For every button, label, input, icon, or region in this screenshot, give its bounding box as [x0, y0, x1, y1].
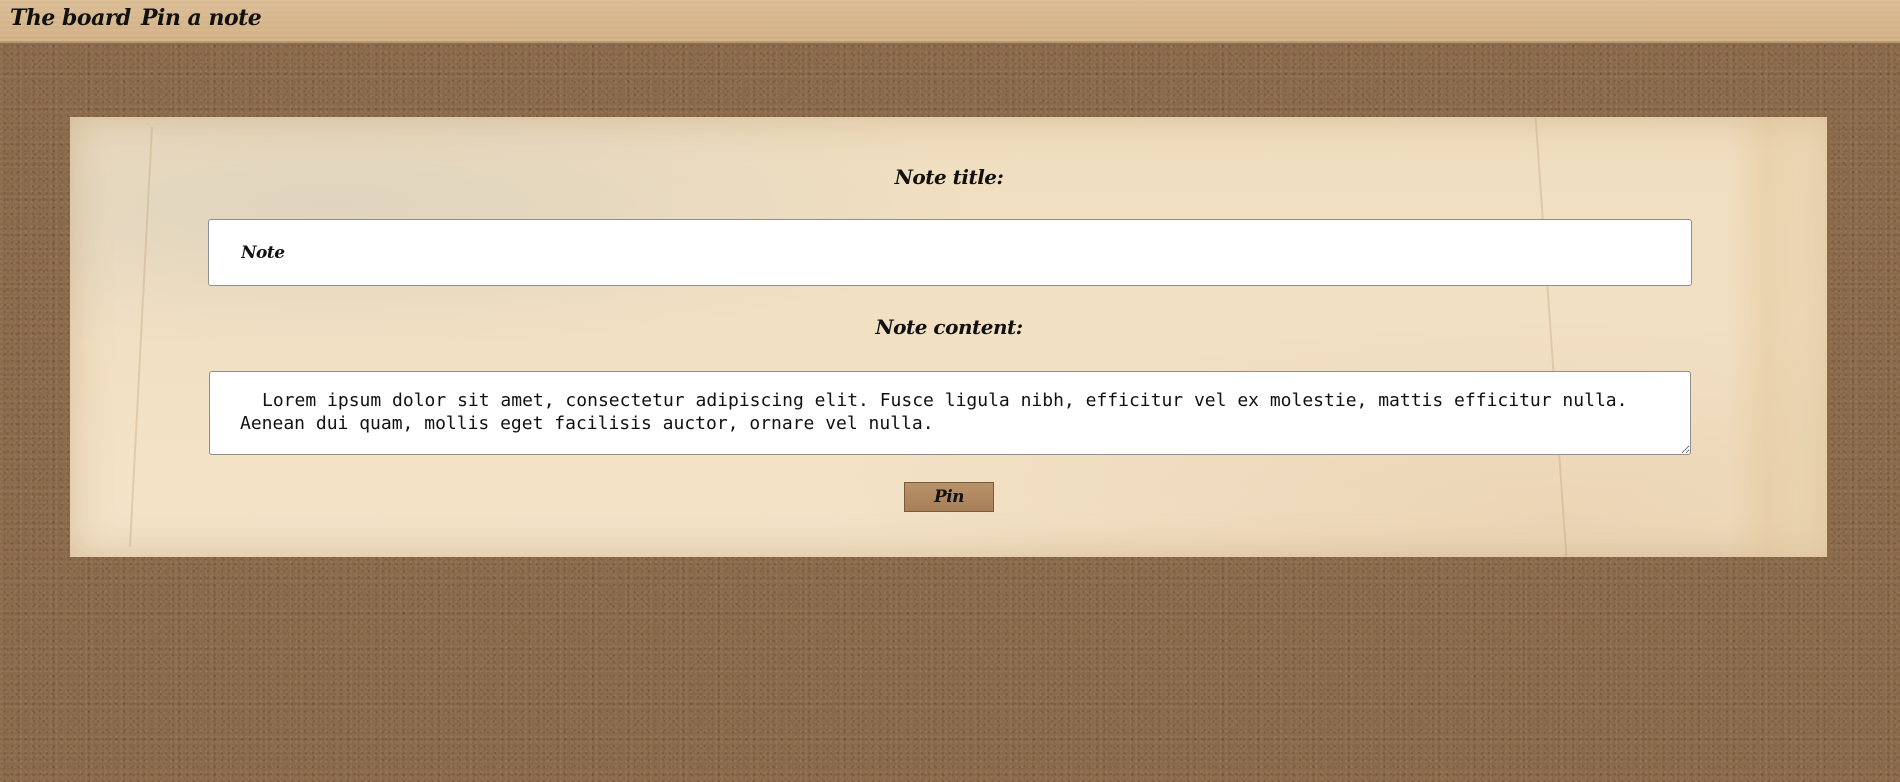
nav-link-the-board[interactable]: The board [10, 5, 131, 31]
note-title-label: Note title: [894, 165, 1004, 189]
note-form-panel: Note title: Note content: Lorem ipsum do… [70, 117, 1827, 557]
note-content-label: Note content: [875, 315, 1023, 339]
pin-button[interactable]: Pin [904, 482, 994, 512]
top-navbar: The board Pin a note [0, 0, 1900, 43]
paper-crease [1534, 117, 1568, 557]
paper-crease [129, 127, 153, 547]
note-content-textarea[interactable]: Lorem ipsum dolor sit amet, consectetur … [209, 371, 1691, 455]
nav-link-pin-a-note[interactable]: Pin a note [141, 5, 262, 31]
note-title-input[interactable] [208, 219, 1692, 286]
